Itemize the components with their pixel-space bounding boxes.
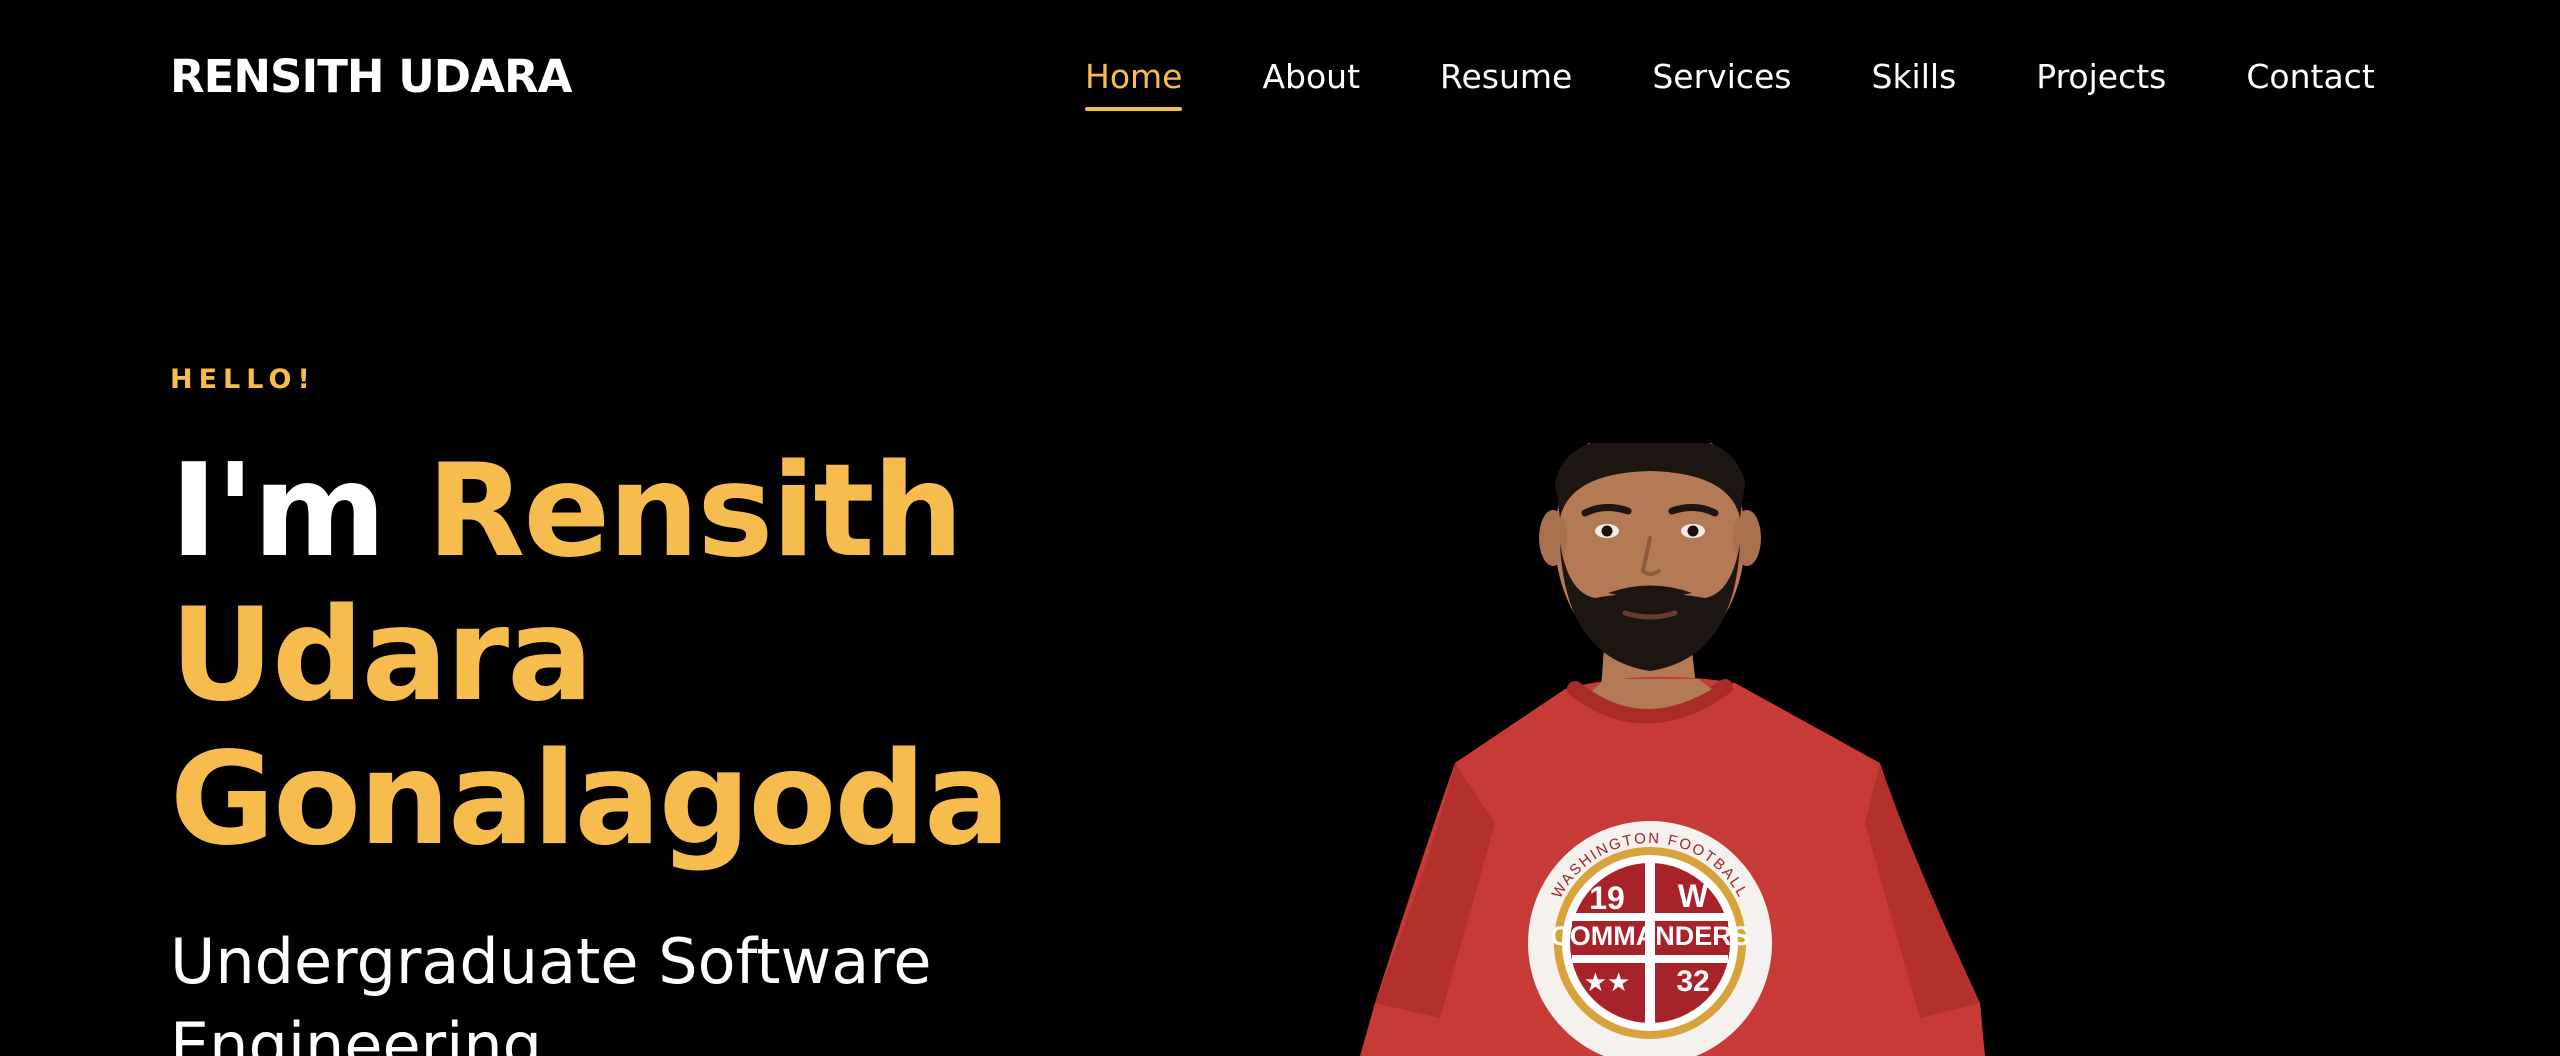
shirt-badge-icon: COMMANDERS 19 W 32 ★★ WASHINGTON FOOTBAL…: [1528, 821, 1772, 1056]
nav-projects[interactable]: Projects: [2036, 55, 2166, 113]
hero-title: I'm Rensith Udara Gonalagoda: [170, 440, 1070, 872]
nav-resume[interactable]: Resume: [1440, 55, 1572, 113]
hero-name-last: Gonalagoda: [170, 725, 1010, 874]
profile-photo: COMMANDERS 19 W 32 ★★ WASHINGTON FOOTBAL…: [1360, 443, 2000, 1056]
svg-text:W: W: [1678, 878, 1709, 914]
hero-name-first: Rensith: [426, 437, 964, 586]
nav-skills[interactable]: Skills: [1872, 55, 1957, 113]
hero-subtitle-line1: Undergraduate Software: [170, 925, 932, 998]
nav-home[interactable]: Home: [1085, 55, 1183, 113]
svg-text:COMMANDERS: COMMANDERS: [1550, 921, 1750, 951]
hero-subtitle-line2: Engineering: [170, 1009, 542, 1056]
brand-logo[interactable]: RENSITH UDARA: [170, 50, 572, 103]
nav-contact[interactable]: Contact: [2246, 55, 2374, 113]
svg-text:19: 19: [1589, 880, 1625, 916]
hero-name-middle: Udara: [170, 581, 593, 730]
page: RENSITH UDARA Home About Resume Services…: [0, 0, 2560, 1056]
hero-greeting: HELLO!: [170, 364, 316, 395]
main-nav: Home About Resume Services Skills Projec…: [1085, 55, 2375, 115]
nav-services[interactable]: Services: [1652, 55, 1791, 113]
svg-text:★★: ★★: [1584, 968, 1631, 998]
hero-intro: I'm: [170, 437, 386, 586]
nav-about[interactable]: About: [1262, 55, 1360, 113]
svg-text:32: 32: [1676, 965, 1709, 998]
hero-subtitle: Undergraduate Software Engineering: [170, 920, 1070, 1056]
